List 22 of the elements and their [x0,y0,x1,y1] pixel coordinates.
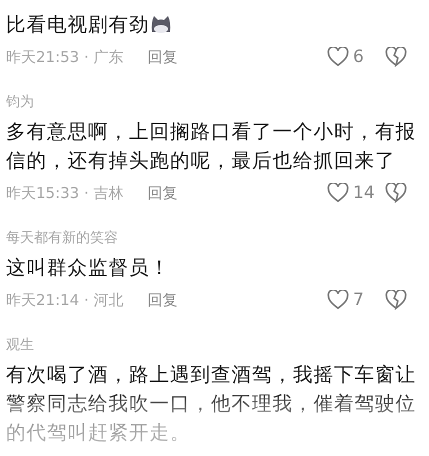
comment-text: 有次喝了酒，路上遇到查酒驾，我摇下车窗让警察同志给我吹一口，他不理我，催着驾驶位的代驾叫赶紧开走。 [6,362,416,446]
comment-time-location: 昨天21:53 · 广东 [6,48,124,66]
heart-icon [327,47,349,67]
dislike-button[interactable] [385,290,407,310]
comment-text: 比看电视剧有劲 [6,10,416,39]
heart-icon [327,290,349,310]
comment-time-location: 昨天21:14 · 河北 [6,290,124,310]
reply-link[interactable]: 回复 [148,48,178,66]
like-button[interactable]: 14 [327,183,385,203]
dislike-button[interactable] [385,47,407,67]
username: 钧为 [6,93,35,112]
like-button[interactable]: 7 [327,290,385,310]
reply-link[interactable]: 回复 [148,290,178,310]
reply-link[interactable]: 回复 [148,184,178,202]
comment-text: 多有意思啊，上回搁路口看了一个小时，有报信的，还有掉头跑的呢，最后也给抓回来了 [6,119,416,174]
comment-text: 这叫群众监督员！ [6,255,171,281]
username: 每天都有新的笑容 [6,229,119,248]
dislike-button[interactable] [385,183,407,203]
username: 观生 [6,336,35,355]
comment-time-location: 昨天15:33 · 吉林 [6,184,124,202]
heart-icon [327,183,349,203]
like-button[interactable]: 6 [327,47,385,67]
